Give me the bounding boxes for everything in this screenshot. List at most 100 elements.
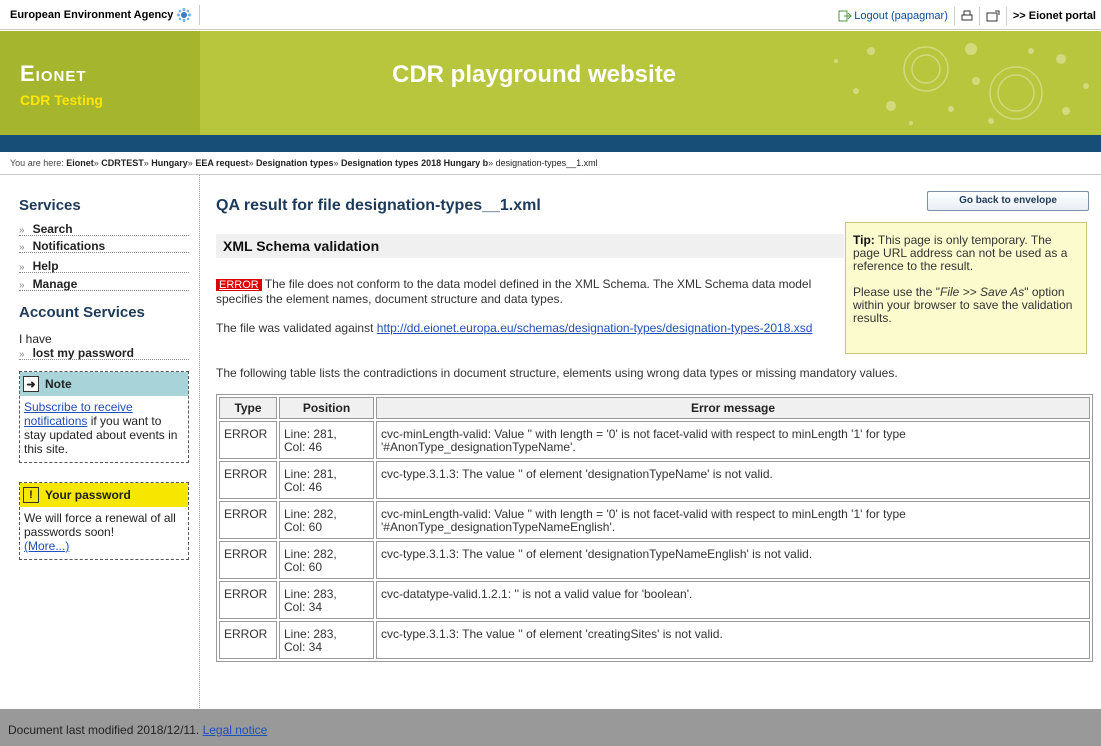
- message-cell: cvc-minLength-valid: Value '' with lengt…: [376, 421, 1090, 459]
- message-cell: cvc-type.3.1.3: The value '' of element …: [376, 541, 1090, 579]
- note-title: Note: [45, 377, 72, 391]
- site-banner: Eionet CDR Testing CDR playground websit…: [0, 31, 1101, 135]
- position-cell: Line: 281, Col: 46: [279, 421, 374, 459]
- breadcrumb-item[interactable]: Designation types 2018 Hungary b: [341, 158, 488, 168]
- password-body: We will force a renewal of all passwords…: [20, 507, 188, 559]
- col-value: Col: 34: [284, 600, 323, 614]
- services-heading: Services: [19, 197, 81, 214]
- exclamation-icon: !: [23, 487, 39, 503]
- agency-logo[interactable]: European Environment Agency: [10, 8, 192, 22]
- logout-link[interactable]: Logout (papagmar): [838, 10, 948, 22]
- sidebar-item-label[interactable]: Notifications: [33, 239, 106, 253]
- site-title: CDR playground website: [392, 61, 677, 88]
- breadcrumb-item[interactable]: EEA request: [195, 158, 248, 168]
- col-value: Col: 60: [284, 520, 323, 534]
- eionet-logo[interactable]: Eionet: [20, 61, 87, 87]
- column-header: Type: [219, 397, 277, 419]
- type-cell: ERROR: [219, 581, 277, 619]
- breadcrumb-prefix: You are here:: [10, 158, 64, 168]
- table-row: ERROR Line: 282, Col: 60 cvc-minLength-va…: [219, 501, 1090, 539]
- table-row: ERROR Line: 282, Col: 60 cvc-type.3.1.3: …: [219, 541, 1090, 579]
- type-cell: ERROR: [219, 461, 277, 499]
- back-to-envelope-button[interactable]: Go back to envelope: [927, 191, 1089, 211]
- tip-box: Tip: This page is only temporary. The pa…: [845, 222, 1087, 354]
- toolbar-actions: Logout (papagmar) >> Eionet portal: [838, 7, 1096, 25]
- tip-emphasis: File >> Save As: [939, 285, 1025, 299]
- sidebar-item-lost-password[interactable]: » lost my password: [19, 346, 189, 360]
- sidebar-item-help[interactable]: » Help: [19, 259, 189, 273]
- eionet-portal-link[interactable]: >> Eionet portal: [1013, 10, 1096, 22]
- sidebar-item-label[interactable]: Manage: [33, 277, 78, 291]
- breadcrumb-item[interactable]: Designation types: [256, 158, 334, 168]
- position-cell: Line: 282, Col: 60: [279, 541, 374, 579]
- line-value: Line: 281,: [284, 467, 337, 481]
- page-title: QA result for file designation-types__1.…: [216, 197, 541, 214]
- type-cell: ERROR: [219, 421, 277, 459]
- site-subtitle: CDR Testing: [20, 92, 103, 108]
- table-row: ERROR Line: 281, Col: 46 cvc-minLength-va…: [219, 421, 1090, 459]
- table-row: ERROR Line: 281, Col: 46 cvc-type.3.1.3: …: [219, 461, 1090, 499]
- tip-text: This page is only temporary. The page UR…: [853, 233, 1068, 273]
- message-cell: cvc-type.3.1.3: The value '' of element …: [376, 461, 1090, 499]
- password-title: Your password: [45, 488, 131, 502]
- col-value: Col: 60: [284, 560, 323, 574]
- note-box: ➜ Note Subscribe to receive notification…: [19, 371, 189, 463]
- type-cell: ERROR: [219, 501, 277, 539]
- position-cell: Line: 282, Col: 60: [279, 501, 374, 539]
- tip-paragraph: Please use the "File >> Save As" option …: [853, 286, 1080, 325]
- type-cell: ERROR: [219, 621, 277, 659]
- toolbar-divider: [953, 7, 955, 25]
- breadcrumb-item[interactable]: CDRTEST: [101, 158, 144, 168]
- breadcrumb-item[interactable]: Hungary: [151, 158, 188, 168]
- line-value: Line: 283,: [284, 627, 337, 641]
- message-cell: cvc-type.3.1.3: The value '' of element …: [376, 621, 1090, 659]
- chevron-right-icon: »: [19, 280, 25, 291]
- sidebar-item-manage[interactable]: » Manage: [19, 277, 189, 291]
- toolbar-divider: [199, 5, 200, 25]
- position-cell: Line: 283, Col: 34: [279, 621, 374, 659]
- line-value: Line: 282,: [284, 547, 337, 561]
- banner-stripe: [0, 135, 1101, 152]
- sidebar-item-label[interactable]: Search: [33, 222, 73, 236]
- validated-text: The file was validated against: [216, 321, 377, 335]
- breadcrumb-current: designation-types__1.xml: [495, 158, 598, 168]
- fullscreen-icon[interactable]: [986, 10, 1000, 22]
- tip-label: Tip:: [853, 233, 875, 247]
- chevron-right-icon: »: [19, 242, 25, 253]
- legal-notice-link[interactable]: Legal notice: [203, 723, 268, 737]
- table-header-row: Type Position Error message: [219, 397, 1090, 419]
- chevron-right-icon: »: [19, 225, 25, 236]
- position-cell: Line: 281, Col: 46: [279, 461, 374, 499]
- chevron-right-icon: »: [19, 262, 25, 273]
- sidebar-item-label[interactable]: lost my password: [33, 346, 134, 360]
- sun-decoration-icon: [834, 43, 1089, 125]
- account-services-heading: Account Services: [19, 304, 145, 321]
- tip-text: Please use the ": [853, 285, 940, 299]
- arrow-right-icon: ➜: [23, 376, 39, 392]
- breadcrumb-item[interactable]: Eionet: [66, 158, 94, 168]
- more-link[interactable]: (More...): [24, 539, 69, 553]
- agency-name[interactable]: European Environment Agency: [10, 9, 173, 21]
- sidebar-item-label[interactable]: Help: [33, 259, 59, 273]
- sidebar-item-search[interactable]: » Search: [19, 222, 189, 236]
- message-cell: cvc-minLength-valid: Value '' with lengt…: [376, 501, 1090, 539]
- page-footer: Document last modified 2018/12/11. Legal…: [0, 709, 1101, 746]
- col-value: Col: 34: [284, 640, 323, 654]
- toolbar-divider: [1005, 7, 1007, 25]
- tip-paragraph: Tip: This page is only temporary. The pa…: [853, 234, 1080, 273]
- logout-label[interactable]: Logout (papagmar): [854, 10, 948, 22]
- sidebar-item-notifications[interactable]: » Notifications: [19, 239, 189, 253]
- error-table: Type Position Error message ERROR Line: …: [216, 394, 1093, 662]
- logout-icon: [838, 10, 853, 22]
- section-heading: XML Schema validation: [216, 234, 844, 258]
- table-intro: The following table lists the contradict…: [216, 366, 898, 380]
- table-row: ERROR Line: 283, Col: 34 cvc-datatype-val…: [219, 581, 1090, 619]
- schema-link[interactable]: http://dd.eionet.europa.eu/schemas/desig…: [377, 321, 813, 335]
- col-value: Col: 46: [284, 480, 323, 494]
- print-icon[interactable]: [961, 10, 973, 22]
- note-header: ➜ Note: [20, 372, 188, 396]
- chevron-right-icon: »: [19, 349, 25, 360]
- sidebar: Services » Search » Notifications » Help » M…: [0, 175, 200, 710]
- footer-text: Document last modified 2018/12/11.: [8, 723, 203, 737]
- line-value: Line: 283,: [284, 587, 337, 601]
